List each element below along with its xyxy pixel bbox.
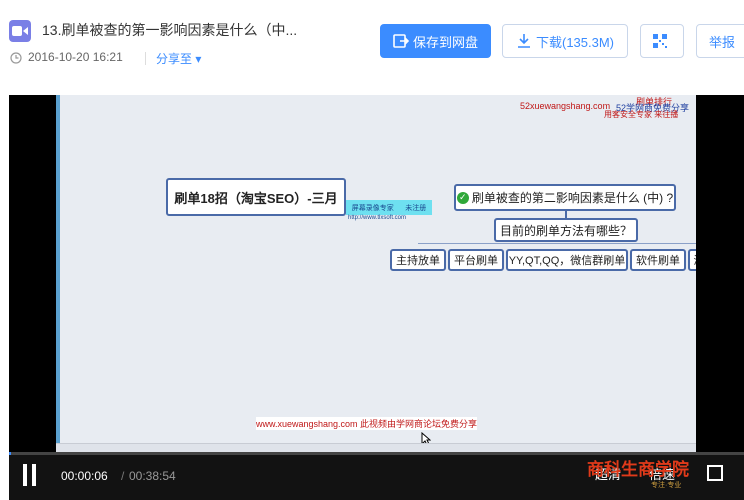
mindmap-leaf-node: 软件刷单 — [630, 249, 686, 271]
report-button[interactable]: 举报 — [696, 24, 744, 58]
time-separator: / — [121, 469, 125, 483]
channel-logo: 商科生商学院 — [587, 460, 689, 480]
pause-icon — [23, 464, 27, 486]
report-label: 举报 — [708, 34, 735, 50]
watermark-site: 52xuewangshang.com — [520, 101, 611, 111]
frame-border — [56, 95, 60, 452]
upload-date: 2016-10-20 16:21 — [28, 50, 123, 64]
chevron-down-icon: ▾ — [195, 52, 202, 66]
video-frame: 刷单排行 52xuewangshang.com 52学网商免费分享 用客安全专家… — [56, 95, 696, 452]
file-title: 13.刷单被查的第一影响因素是什么（中... — [42, 22, 298, 38]
download-icon — [517, 34, 530, 48]
mindmap-method-node: 目前的刷单方法有哪些？ — [494, 218, 638, 242]
question-text: 刷单被查的第二影响因素是什么 (中) ? — [471, 191, 674, 205]
checkmark-icon: ✓ — [456, 191, 469, 204]
save-icon — [393, 34, 409, 48]
sticker-right: 未注册 — [405, 204, 427, 212]
share-dropdown[interactable]: 分享至 ▾ — [156, 50, 201, 67]
sticker-url: http://www.tlxsoft.com — [348, 215, 407, 221]
file-header: 13.刷单被查的第一影响因素是什么（中... 2016-10-20 16:21 … — [0, 0, 744, 84]
clock-icon — [10, 52, 22, 64]
save-to-netdisk-button[interactable]: 保存到网盘 — [380, 24, 491, 58]
total-time: 00:38:54 — [129, 469, 176, 483]
mindmap-question-node: ✓ 刷单被查的第二影响因素是什么 (中) ? — [454, 184, 676, 211]
mindmap-leaf-node: 淘 — [688, 249, 696, 271]
share-label: 分享至 — [156, 52, 193, 66]
qr-code-button[interactable] — [640, 24, 684, 58]
channel-logo-sub: 专注·专业 — [651, 482, 682, 489]
frame-scrollbar — [56, 443, 696, 452]
sticker-left: 屏幕录像专家 — [351, 204, 394, 212]
qr-code-icon — [653, 34, 667, 48]
pause-icon-bar — [32, 464, 36, 486]
video-file-icon — [9, 20, 31, 42]
download-label: 下载(135.3M) — [535, 34, 615, 50]
download-button[interactable]: 下载(135.3M) — [502, 24, 628, 58]
watermark-bottom: www.xuewangshang.com 此视频由学网商论坛免费分享 — [256, 417, 478, 430]
connector — [565, 211, 567, 218]
divider — [145, 52, 146, 65]
mindmap-leaf-node: 平台刷单 — [448, 249, 504, 271]
player-control-bar: 00:00:06 / 00:38:54 超清 倍速 商科生商学院 专注·专业 — [9, 452, 744, 500]
mindmap-leaf-node: YY,QT,QQ，微信群刷单 — [506, 249, 628, 271]
fullscreen-icon[interactable] — [707, 465, 723, 481]
mindmap-leaf-node: 主持放单 — [390, 249, 446, 271]
progress-fill — [9, 452, 12, 455]
pause-button[interactable] — [23, 464, 37, 486]
connector — [418, 243, 696, 244]
video-player[interactable]: 刷单排行 52xuewangshang.com 52学网商免费分享 用客安全专家… — [9, 95, 744, 500]
recorder-sticker: 屏幕录像专家 未注册 — [346, 200, 432, 215]
watermark-tag2: 用客安全专家 来往播 — [604, 110, 679, 119]
save-label: 保存到网盘 — [412, 34, 478, 50]
mindmap-root-node: 刷单18招（淘宝SEO）-三月 — [166, 178, 346, 216]
current-time: 00:00:06 — [61, 469, 108, 483]
